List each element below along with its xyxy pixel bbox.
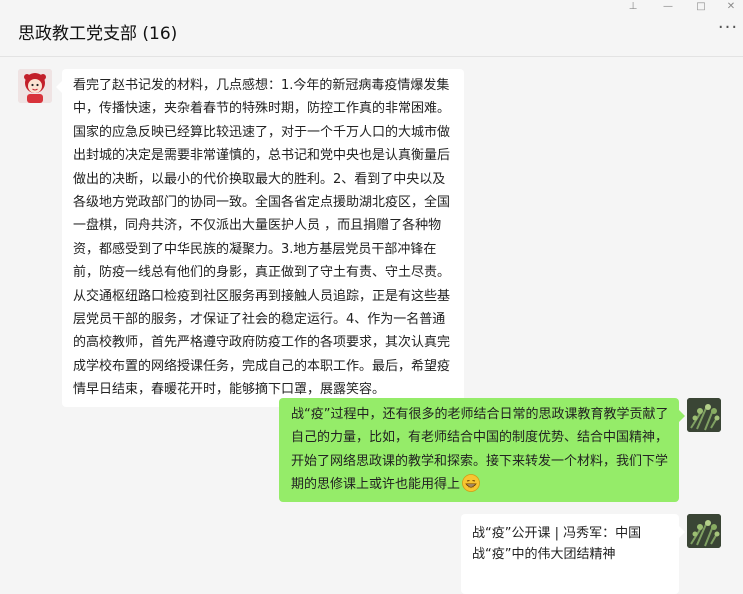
message-text: 看完了赵书记发的材料，几点感想：1.今年的新冠病毒疫情爆发集中，传播快速，夹杂着…: [73, 78, 451, 398]
chat-title: 思政教工党支部 (16): [18, 24, 178, 44]
pin-icon[interactable]: ⊥: [622, 1, 644, 13]
article-title: 战“疫”公开课 | 冯秀军：中国战“疫”中的伟大团结精神: [472, 526, 642, 562]
maximize-icon[interactable]: □: [690, 1, 712, 13]
avatar-cartoon-girl-icon: [18, 69, 52, 103]
message-bubble-received[interactable]: 看完了赵书记发的材料，几点感想：1.今年的新冠病毒疫情爆发集中，传播快速，夹杂着…: [56, 69, 464, 407]
avatar[interactable]: [18, 69, 52, 103]
message-bubble-sent[interactable]: 战“疫”过程中，还有很多的老师结合日常的思政课教育教学贡献了自己的力量，比如，有…: [279, 398, 685, 502]
shared-article-card[interactable]: 战“疫”公开课 | 冯秀军：中国战“疫”中的伟大团结精神: [461, 514, 685, 594]
close-icon[interactable]: ✕: [720, 1, 742, 13]
grin-emoji-icon: [462, 474, 480, 493]
avatar-plant-photo-icon: [687, 514, 721, 548]
avatar-plant-photo-icon: [687, 398, 721, 432]
more-options-icon[interactable]: ···: [717, 19, 739, 37]
minimize-icon[interactable]: —: [657, 1, 679, 13]
avatar[interactable]: [687, 398, 721, 432]
avatar[interactable]: [687, 514, 721, 548]
title-bar: 思政教工党支部 (16) ⊥ — □ ✕ ···: [0, 0, 743, 57]
